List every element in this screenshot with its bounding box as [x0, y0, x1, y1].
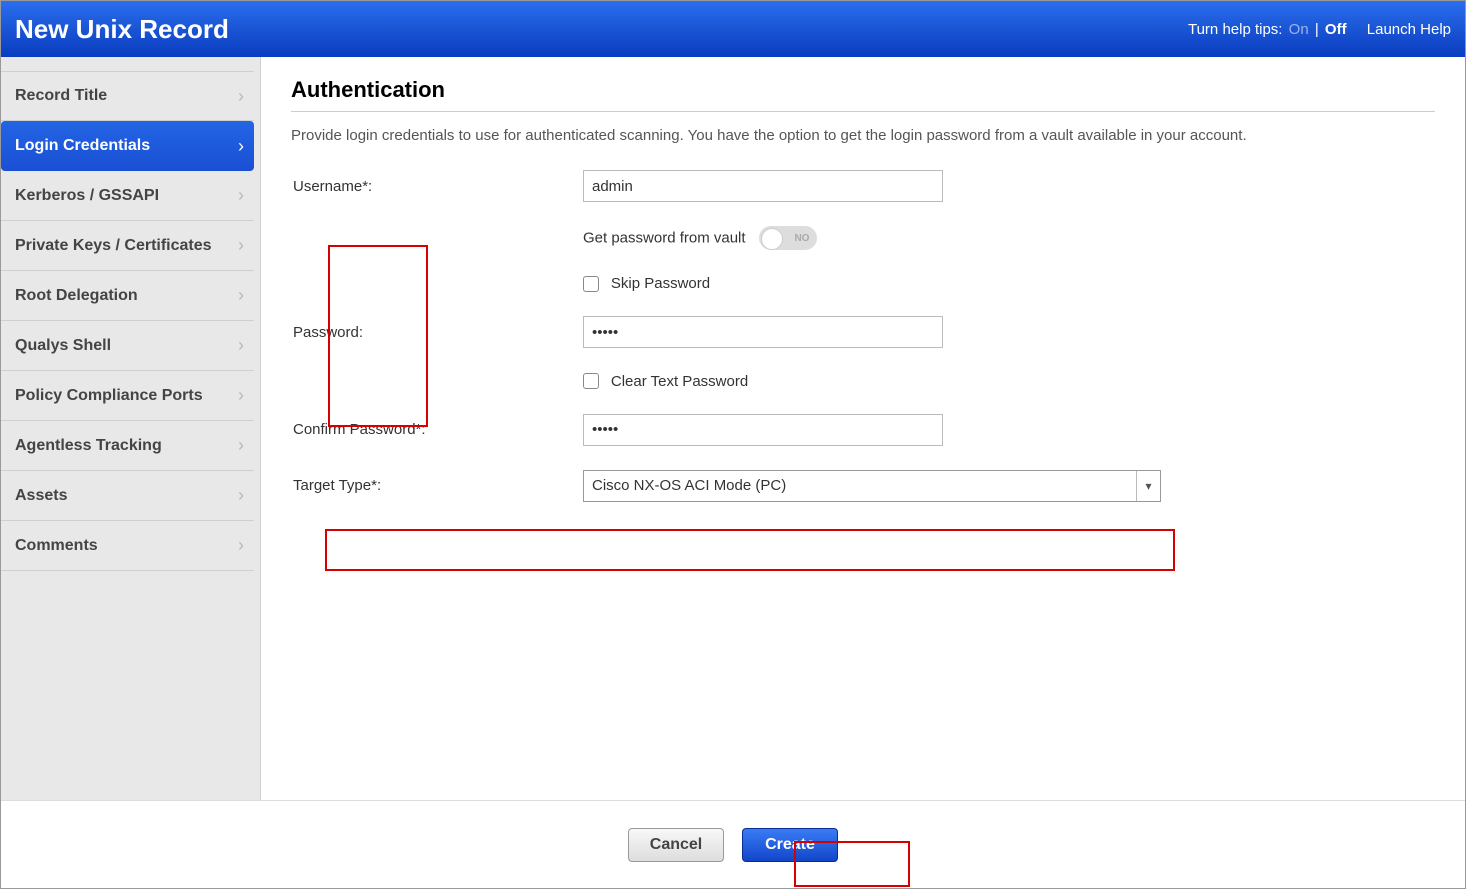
window-title: New Unix Record — [15, 14, 229, 45]
sidebar-item-policy-compliance[interactable]: Policy Compliance Ports › — [1, 371, 254, 421]
target-type-value: Cisco NX-OS ACI Mode (PC) — [592, 477, 786, 494]
sidebar-item-label: Assets — [15, 487, 67, 505]
sidebar-item-label: Kerberos / GSSAPI — [15, 187, 159, 205]
sidebar-item-record-title[interactable]: Record Title › — [1, 71, 254, 121]
chevron-right-icon: › — [238, 235, 244, 256]
launch-help-link[interactable]: Launch Help — [1367, 21, 1451, 38]
confirm-password-label: Confirm Password*: — [291, 421, 583, 438]
cancel-button[interactable]: Cancel — [628, 828, 724, 862]
sidebar-item-private-keys[interactable]: Private Keys / Certificates › — [1, 221, 254, 271]
help-on-toggle[interactable]: On — [1287, 21, 1311, 38]
sidebar-item-login-credentials[interactable]: Login Credentials › — [1, 121, 254, 171]
sidebar-item-label: Private Keys / Certificates — [15, 237, 212, 255]
vault-toggle[interactable]: NO — [759, 226, 817, 250]
username-input[interactable] — [583, 170, 943, 202]
sidebar-item-agentless-tracking[interactable]: Agentless Tracking › — [1, 421, 254, 471]
chevron-right-icon: › — [238, 535, 244, 556]
password-input[interactable] — [583, 316, 943, 348]
chevron-right-icon: › — [238, 136, 244, 157]
divider — [291, 111, 1435, 112]
chevron-down-icon: ▾ — [1136, 471, 1160, 501]
sidebar-item-kerberos[interactable]: Kerberos / GSSAPI › — [1, 171, 254, 221]
vault-label: Get password from vault — [583, 230, 746, 247]
cleartext-checkbox[interactable] — [583, 373, 599, 389]
chevron-right-icon: › — [238, 385, 244, 406]
chevron-right-icon: › — [238, 335, 244, 356]
skip-password-checkbox[interactable] — [583, 276, 599, 292]
sidebar-item-comments[interactable]: Comments › — [1, 521, 254, 571]
sidebar-item-label: Root Delegation — [15, 287, 138, 305]
help-tips-label: Turn help tips: — [1188, 21, 1283, 38]
help-off-toggle[interactable]: Off — [1323, 21, 1349, 38]
sidebar-item-label: Login Credentials — [15, 137, 150, 155]
sidebar-item-label: Policy Compliance Ports — [15, 387, 203, 405]
help-controls: Turn help tips: On | Off Launch Help — [1188, 21, 1451, 38]
chevron-right-icon: › — [238, 185, 244, 206]
content-area: Authentication Provide login credentials… — [261, 57, 1465, 800]
sidebar-item-assets[interactable]: Assets › — [1, 471, 254, 521]
title-bar: New Unix Record Turn help tips: On | Off… — [1, 1, 1465, 57]
sidebar-item-qualys-shell[interactable]: Qualys Shell › — [1, 321, 254, 371]
target-type-select[interactable]: Cisco NX-OS ACI Mode (PC) ▾ — [583, 470, 1161, 502]
create-button[interactable]: Create — [742, 828, 838, 862]
chevron-right-icon: › — [238, 485, 244, 506]
chevron-right-icon: › — [238, 86, 244, 107]
cleartext-label: Clear Text Password — [611, 373, 748, 390]
chevron-right-icon: › — [238, 435, 244, 456]
sidebar-item-label: Qualys Shell — [15, 337, 111, 355]
page-description: Provide login credentials to use for aut… — [291, 126, 1391, 146]
username-label: Username*: — [291, 178, 583, 195]
confirm-password-input[interactable] — [583, 414, 943, 446]
toggle-text: NO — [794, 233, 809, 244]
chevron-right-icon: › — [238, 285, 244, 306]
password-label: Password: — [291, 324, 583, 341]
target-type-label: Target Type*: — [291, 477, 583, 494]
sidebar: Record Title › Login Credentials › Kerbe… — [1, 57, 261, 800]
sidebar-item-label: Agentless Tracking — [15, 437, 162, 455]
sidebar-item-label: Record Title — [15, 87, 107, 105]
sidebar-item-root-delegation[interactable]: Root Delegation › — [1, 271, 254, 321]
footer: Cancel Create — [1, 800, 1465, 888]
page-heading: Authentication — [291, 77, 1435, 103]
skip-password-label: Skip Password — [611, 275, 710, 292]
sidebar-item-label: Comments — [15, 537, 98, 555]
